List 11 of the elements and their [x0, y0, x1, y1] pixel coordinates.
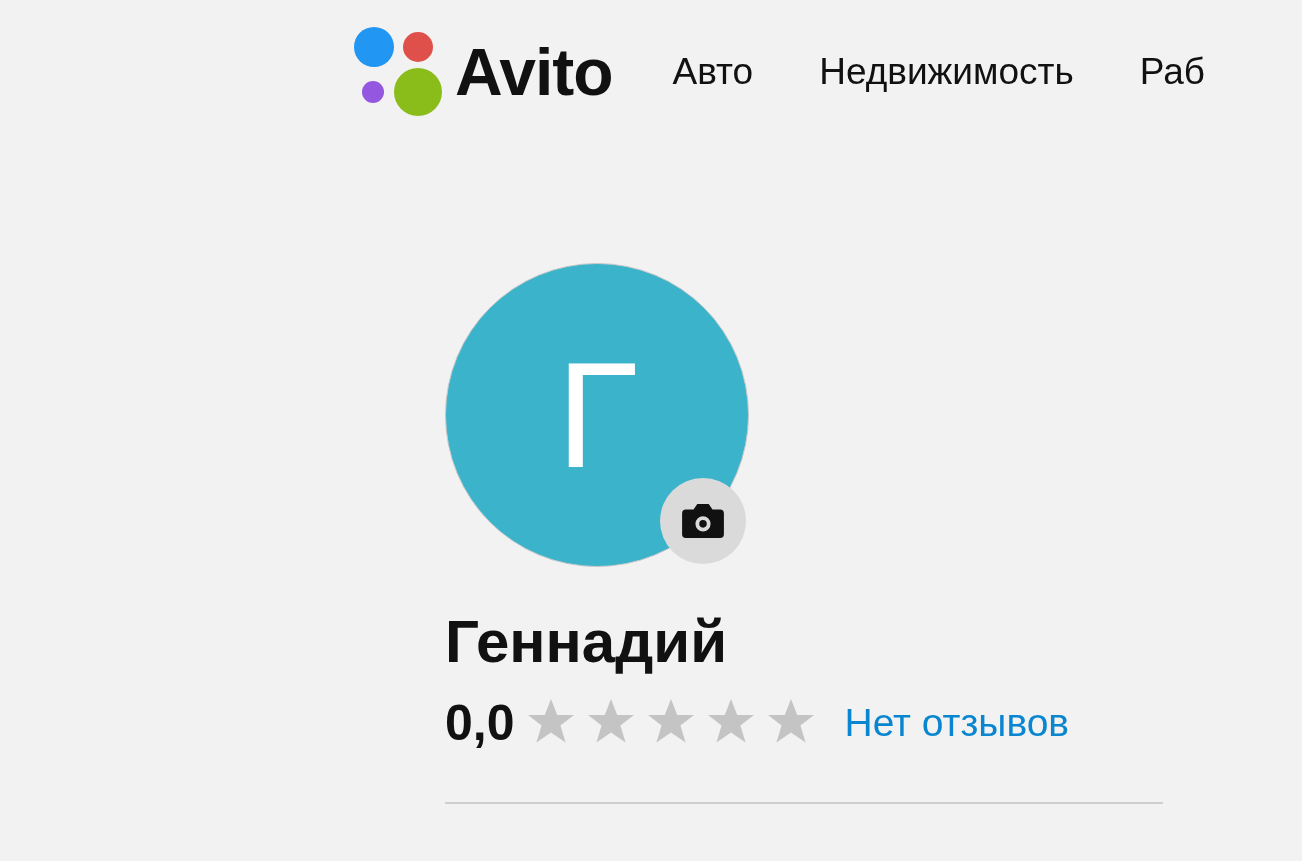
nav-link[interactable]: Недвижимость	[819, 51, 1074, 93]
nav-link[interactable]: Раб	[1139, 51, 1205, 93]
avatar: Г	[445, 263, 749, 567]
nav-link[interactable]: Авто	[672, 51, 754, 93]
logo-dots-icon	[353, 27, 443, 117]
rating-score: 0,0	[445, 694, 515, 752]
camera-icon	[680, 502, 726, 540]
user-name: Геннадий	[445, 607, 729, 676]
logo-text: Avito	[455, 34, 613, 110]
avito-logo[interactable]: Avito	[353, 27, 613, 117]
reviews-link[interactable]: Нет отзывов	[844, 701, 1070, 745]
